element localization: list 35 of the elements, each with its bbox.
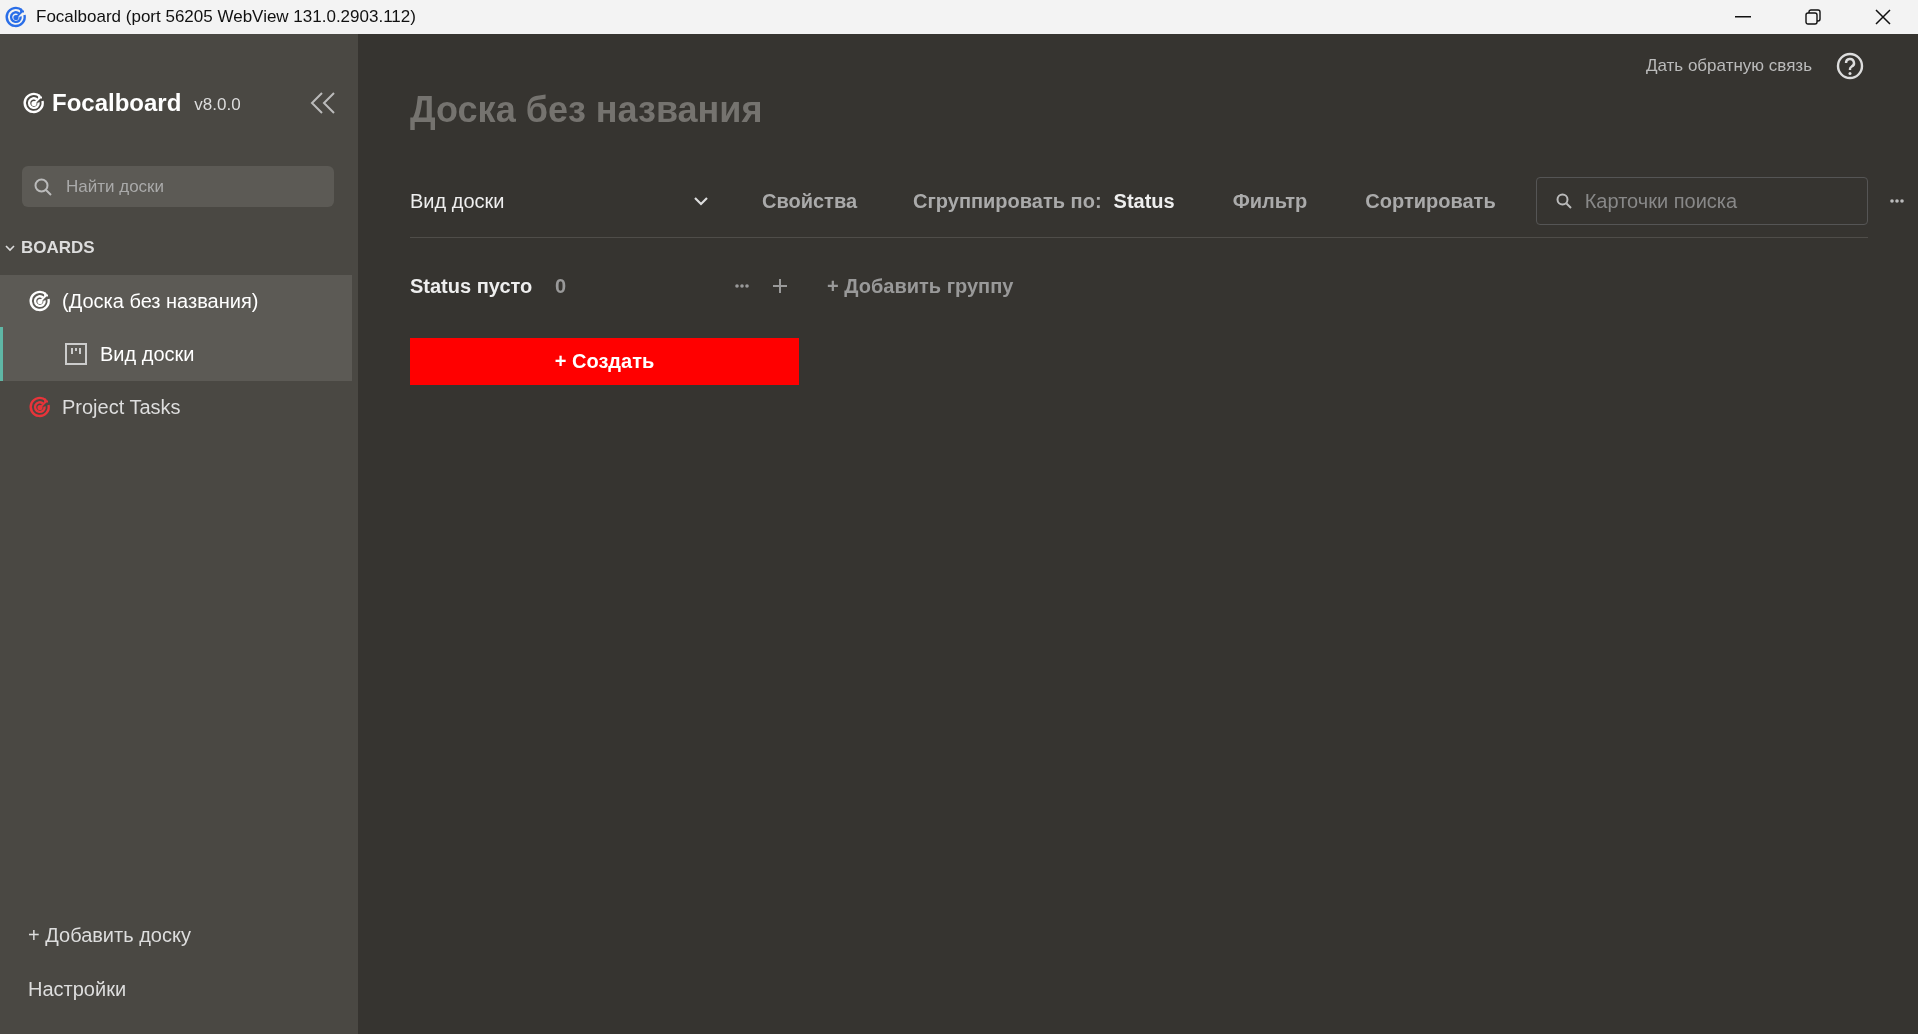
minimize-icon (1735, 16, 1751, 18)
app-name: Focalboard (52, 89, 182, 117)
add-icon[interactable] (773, 279, 787, 293)
group-title: Status пусто (410, 274, 534, 298)
board-item[interactable]: (Доска без названия) (0, 275, 352, 327)
search-icon (34, 178, 52, 196)
app-version: v8.0.0 (194, 95, 241, 115)
group-by-button[interactable]: Сгруппировать по: Status (913, 189, 1175, 213)
section-header[interactable]: BOARDS (0, 233, 358, 263)
create-button[interactable]: + Создать (410, 338, 799, 385)
view-dropdown[interactable]: Вид доски (410, 189, 708, 213)
view-item[interactable]: Вид доски (0, 327, 352, 381)
search-field[interactable]: Карточки поиска (1535, 177, 1868, 225)
properties-button[interactable]: Свойства (762, 189, 858, 213)
chevron-down-icon (694, 196, 708, 206)
app-icon (4, 5, 28, 29)
sort-button[interactable]: Сортировать (1365, 189, 1496, 213)
settings-link[interactable]: Настройки (0, 962, 358, 1016)
window-title: Focalboard (port 56205 WebView 131.0.2903.112) (36, 7, 417, 27)
more-icon[interactable] (1890, 199, 1904, 203)
restore-icon (1805, 9, 1821, 25)
collapse-icon[interactable] (310, 91, 336, 115)
more-icon[interactable] (735, 284, 749, 288)
board-item[interactable]: Project Tasks (0, 381, 352, 433)
board-view-icon (65, 343, 87, 365)
group-count: 0 (555, 274, 568, 298)
filter-button[interactable]: Фильтр (1232, 189, 1308, 213)
feedback-link[interactable]: Дать обратную связь (1645, 56, 1812, 76)
help-icon[interactable] (1836, 52, 1864, 80)
close-icon (1875, 9, 1891, 25)
logo-icon (22, 91, 46, 115)
search-field[interactable]: Найти доски (22, 166, 334, 207)
add-board-link[interactable]: + Добавить доску (0, 908, 358, 962)
add-group-button[interactable]: + Добавить группу (827, 274, 1014, 298)
search-icon (1555, 193, 1572, 209)
